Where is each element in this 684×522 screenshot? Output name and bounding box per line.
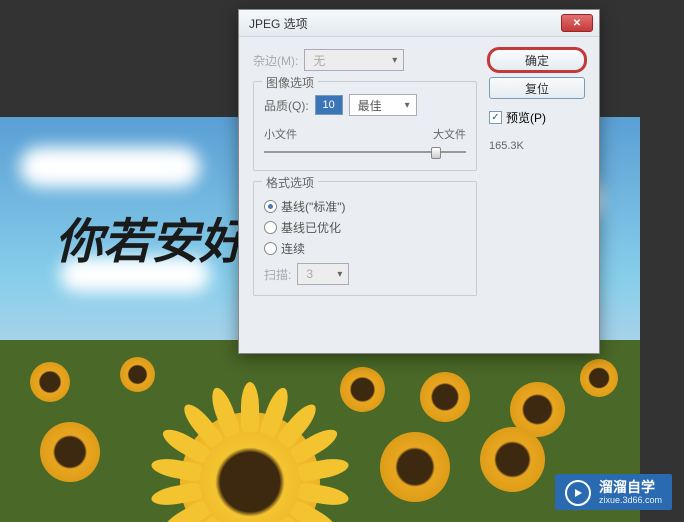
matte-label: 杂边(M):	[253, 52, 298, 69]
quality-input[interactable]: 10	[315, 95, 343, 115]
quality-label: 品质(Q):	[264, 97, 309, 114]
radio-baseline-optimized[interactable]: 基线已优化	[264, 219, 466, 236]
radio-label: 基线已优化	[281, 219, 341, 236]
small-file-label: 小文件	[264, 126, 297, 142]
play-icon	[565, 480, 591, 506]
format-options-group: 格式选项 基线("标准") 基线已优化 连续 扫描: 3	[253, 181, 477, 296]
image-options-legend: 图像选项	[262, 74, 318, 91]
watermark-main: 溜溜自学	[599, 480, 662, 495]
cancel-label: 复位	[525, 80, 549, 97]
quality-preset-value: 最佳	[358, 97, 382, 114]
scans-label: 扫描:	[264, 266, 291, 283]
quality-slider[interactable]	[264, 144, 466, 160]
matte-select: 无	[304, 49, 404, 71]
slider-thumb[interactable]	[431, 147, 441, 159]
close-button[interactable]: ✕	[561, 14, 593, 32]
radio-label: 连续	[281, 240, 305, 257]
canvas-script-text: 你若安好	[55, 202, 247, 272]
watermark-sub: zixue.3d66.com	[599, 496, 662, 506]
radio-baseline-standard[interactable]: 基线("标准")	[264, 198, 466, 215]
scans-select: 3	[297, 263, 349, 285]
format-options-legend: 格式选项	[262, 174, 318, 191]
cancel-button[interactable]: 复位	[489, 77, 585, 99]
filesize-text: 165.3K	[489, 140, 585, 152]
image-options-group: 图像选项 品质(Q): 10 最佳 小文件 大文件	[253, 81, 477, 171]
scans-value: 3	[306, 267, 313, 281]
matte-value: 无	[313, 52, 325, 69]
checkbox-icon: ✓	[489, 111, 502, 124]
radio-progressive[interactable]: 连续	[264, 240, 466, 257]
radio-icon	[264, 242, 277, 255]
quality-preset-select[interactable]: 最佳	[349, 94, 417, 116]
jpeg-options-dialog: JPEG 选项 ✕ 杂边(M): 无 图像选项 品质(Q): 10 最佳	[238, 9, 600, 354]
radio-label: 基线("标准")	[281, 198, 346, 215]
dialog-title: JPEG 选项	[249, 15, 308, 32]
large-file-label: 大文件	[433, 126, 466, 142]
radio-icon	[264, 221, 277, 234]
preview-label: 预览(P)	[506, 109, 546, 126]
close-icon: ✕	[573, 18, 581, 29]
radio-icon	[264, 200, 277, 213]
dialog-titlebar[interactable]: JPEG 选项 ✕	[239, 10, 599, 37]
watermark: 溜溜自学 zixue.3d66.com	[555, 474, 672, 510]
preview-checkbox-row[interactable]: ✓ 预览(P)	[489, 109, 585, 126]
sunflower-main	[180, 412, 320, 522]
ok-button[interactable]: 确定	[489, 49, 585, 71]
ok-label: 确定	[525, 52, 549, 69]
